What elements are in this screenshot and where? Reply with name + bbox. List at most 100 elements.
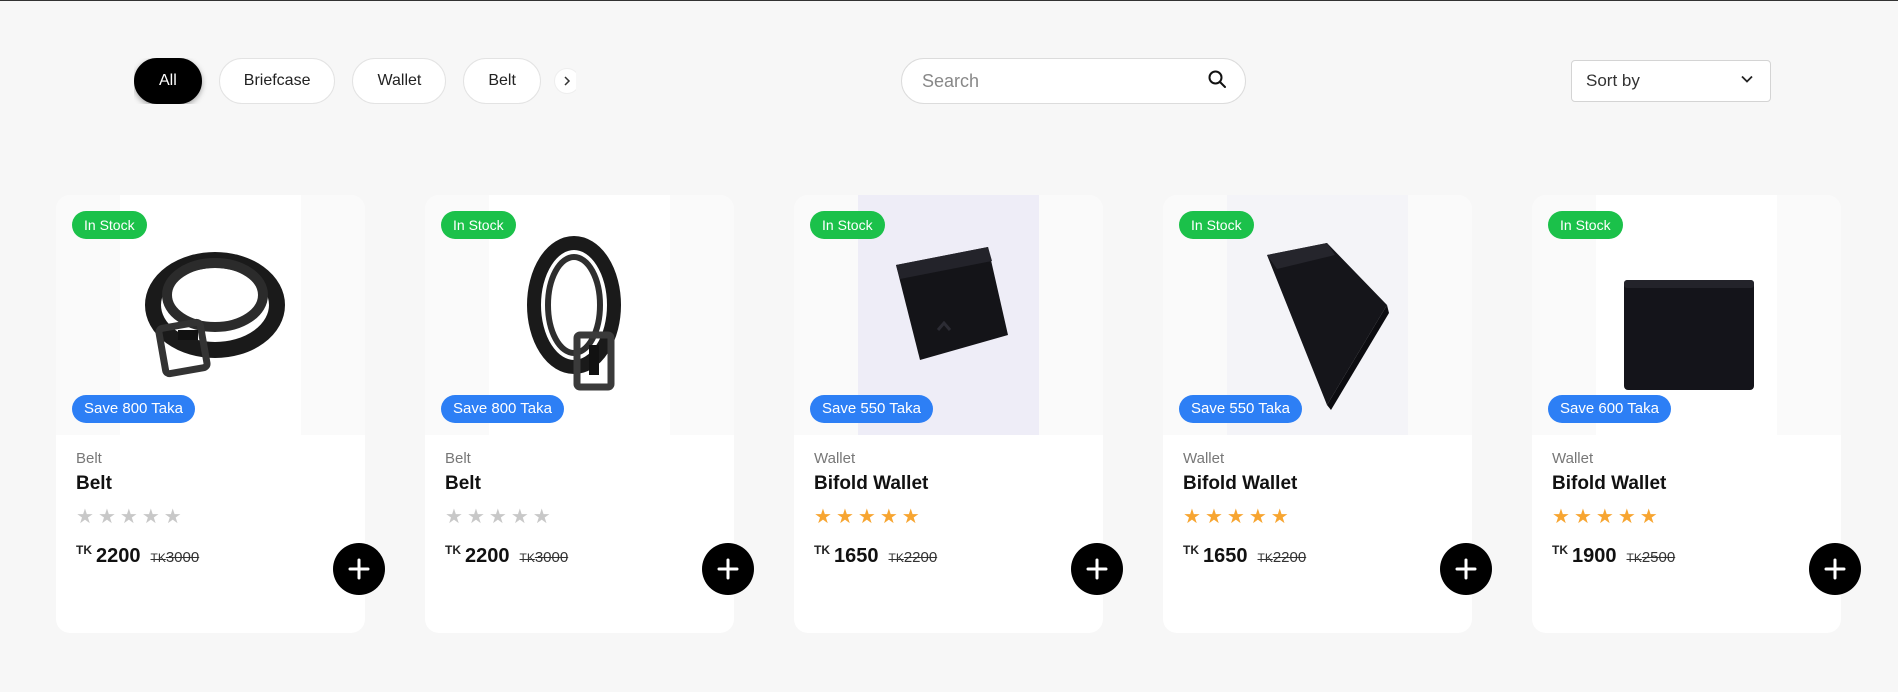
star-icon: ★	[1204, 506, 1223, 528]
sort-dropdown[interactable]: Sort by	[1571, 60, 1771, 102]
chevron-right-icon[interactable]	[553, 68, 576, 94]
star-icon: ★	[879, 506, 898, 528]
currency-label: TK	[1183, 543, 1199, 557]
star-icon: ★	[1270, 506, 1289, 528]
search-icon[interactable]	[1207, 69, 1227, 94]
star-icon: ★	[488, 506, 507, 528]
rating-stars: ★ ★ ★ ★ ★	[76, 507, 345, 527]
product-title[interactable]: Bifold Wallet	[1183, 473, 1452, 495]
product-card[interactable]: In Stock Save 800 Taka Belt Belt ★ ★ ★ ★ ★ T…	[425, 195, 754, 633]
star-icon: ★	[1248, 506, 1267, 528]
product-category: Belt	[76, 450, 102, 467]
product-image-area: In Stock Save 800 Taka	[56, 195, 365, 435]
star-icon: ★	[1573, 506, 1592, 528]
add-to-cart-button[interactable]	[333, 543, 385, 595]
star-icon: ★	[1183, 506, 1201, 528]
star-icon: ★	[141, 506, 160, 528]
plus-icon	[1086, 558, 1108, 580]
star-icon: ★	[1552, 506, 1570, 528]
plus-icon	[348, 558, 370, 580]
old-currency: TK	[1257, 551, 1273, 565]
rating-stars: ★ ★ ★ ★ ★	[814, 507, 1083, 527]
product-category: Belt	[445, 450, 471, 467]
product-title[interactable]: Belt	[445, 473, 714, 495]
add-to-cart-button[interactable]	[702, 543, 754, 595]
currency-label: TK	[814, 543, 830, 557]
price-row: TK 1900 TK2500	[1552, 543, 1821, 567]
current-price: 2200	[96, 545, 141, 567]
price-row: TK 1650 TK2200	[814, 543, 1083, 567]
old-price-value: 2200	[1272, 549, 1307, 566]
product-title[interactable]: Bifold Wallet	[814, 473, 1083, 495]
old-price-value: 2500	[1641, 549, 1676, 566]
in-stock-badge: In Stock	[810, 211, 885, 239]
product-image-area: In Stock Save 800 Taka	[425, 195, 734, 435]
plus-icon	[1824, 558, 1846, 580]
in-stock-badge: In Stock	[441, 211, 516, 239]
star-icon: ★	[835, 506, 854, 528]
star-icon: ★	[76, 506, 94, 528]
star-icon: ★	[445, 506, 463, 528]
search-box	[901, 58, 1246, 104]
save-badge: Save 800 Taka	[72, 395, 195, 423]
plus-icon	[1455, 558, 1477, 580]
star-icon: ★	[119, 506, 138, 528]
currency-label: TK	[1552, 543, 1568, 557]
currency-label: TK	[76, 543, 92, 557]
save-badge: Save 550 Taka	[810, 395, 933, 423]
star-icon: ★	[163, 506, 182, 528]
old-price-value: 3000	[165, 549, 200, 566]
sort-label: Sort by	[1586, 71, 1640, 90]
star-icon: ★	[901, 506, 920, 528]
add-to-cart-button[interactable]	[1440, 543, 1492, 595]
price-row: TK 2200 TK3000	[76, 543, 345, 567]
current-price: 1900	[1572, 545, 1617, 567]
current-price: 1650	[834, 545, 879, 567]
in-stock-badge: In Stock	[72, 211, 147, 239]
old-price: TK2500	[1627, 549, 1676, 566]
chevron-down-icon	[1740, 71, 1754, 91]
star-icon: ★	[1226, 506, 1245, 528]
product-card[interactable]: In Stock Save 800 Taka Belt Belt ★ ★ ★ ★ ★ T…	[56, 195, 385, 633]
product-grid: In Stock Save 800 Taka Belt Belt ★ ★ ★ ★ ★ T…	[56, 195, 1861, 633]
current-price: 2200	[465, 545, 510, 567]
save-badge: Save 600 Taka	[1548, 395, 1671, 423]
star-icon: ★	[97, 506, 116, 528]
star-icon: ★	[1639, 506, 1658, 528]
star-icon: ★	[1617, 506, 1636, 528]
add-to-cart-button[interactable]	[1809, 543, 1861, 595]
product-image-area: In Stock Save 550 Taka	[794, 195, 1103, 435]
old-price-value: 3000	[534, 549, 569, 566]
chip-belt[interactable]: Belt	[463, 58, 541, 104]
chip-all[interactable]: All	[134, 58, 202, 104]
rating-stars: ★ ★ ★ ★ ★	[1552, 507, 1821, 527]
old-currency: TK	[150, 551, 166, 565]
star-icon: ★	[857, 506, 876, 528]
current-price: 1650	[1203, 545, 1248, 567]
old-currency: TK	[519, 551, 535, 565]
in-stock-badge: In Stock	[1548, 211, 1623, 239]
old-currency: TK	[1626, 551, 1642, 565]
star-icon: ★	[510, 506, 529, 528]
rating-stars: ★ ★ ★ ★ ★	[445, 507, 714, 527]
product-image-area: In Stock Save 600 Taka	[1532, 195, 1841, 435]
price-row: TK 2200 TK3000	[445, 543, 714, 567]
product-title[interactable]: Belt	[76, 473, 345, 495]
old-price: TK3000	[151, 549, 200, 566]
product-card[interactable]: In Stock Save 600 Taka Wallet Bifold Wal…	[1532, 195, 1861, 633]
add-to-cart-button[interactable]	[1071, 543, 1123, 595]
chip-briefcase[interactable]: Briefcase	[218, 58, 336, 104]
product-card[interactable]: In Stock Save 550 Taka Wallet Bifold Wal…	[1163, 195, 1492, 633]
search-input[interactable]	[922, 70, 1207, 92]
product-card[interactable]: In Stock Save 550 Taka Wallet Bifold Wal…	[794, 195, 1123, 633]
product-category: Wallet	[1183, 450, 1225, 467]
save-badge: Save 550 Taka	[1179, 395, 1302, 423]
star-icon: ★	[1595, 506, 1614, 528]
product-title[interactable]: Bifold Wallet	[1552, 473, 1821, 495]
old-price: TK2200	[1258, 549, 1307, 566]
category-filter-bar: All Briefcase Wallet Belt C	[134, 58, 576, 104]
product-category: Wallet	[1552, 450, 1594, 467]
category-chips: All Briefcase Wallet Belt C	[134, 58, 576, 104]
chip-wallet[interactable]: Wallet	[352, 58, 447, 104]
product-image-area: In Stock Save 550 Taka	[1163, 195, 1472, 435]
